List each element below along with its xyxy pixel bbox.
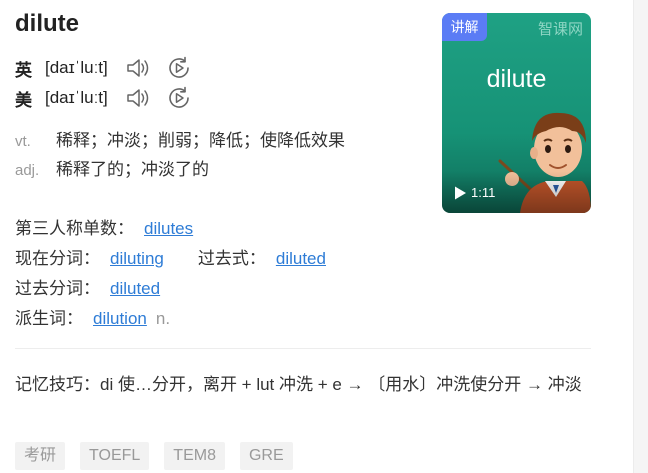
pron-lang-label: 美 — [15, 90, 32, 110]
pron-lang-label: 英 — [15, 60, 32, 80]
form-link-diluted[interactable]: diluted — [276, 249, 326, 269]
pron-ipa: [daɪˈluːt] — [45, 88, 108, 107]
form-label: 现在分词： — [15, 249, 100, 268]
form-label: 第三人称单数： — [15, 219, 134, 238]
definition-text: 稀释；冲淡；削弱；降低；使降低效果 — [56, 131, 345, 150]
tag-toefl[interactable]: TOEFL — [80, 442, 150, 470]
pronunciation-us: 美 [daɪˈluːt] — [15, 84, 193, 112]
part-of-speech: vt. — [15, 133, 31, 150]
scrollbar[interactable] — [633, 0, 648, 473]
form-derivative: 派生词： dilution n. — [15, 304, 170, 329]
definition-text: 稀释了的；冲淡了的 — [56, 160, 209, 179]
exam-tags: 考研 TOEFL TEM8 GRE — [15, 442, 293, 470]
form-link-dilutes[interactable]: dilutes — [144, 219, 193, 239]
definition-row: vt. 稀释；冲淡；削弱；降低；使降低效果 — [15, 126, 345, 150]
video-card[interactable]: 讲解 智课网 dilute 1:11 — [442, 13, 591, 213]
tag-kaoyan[interactable]: 考研 — [15, 442, 66, 470]
definition-row: adj. 稀释了的；冲淡了的 — [15, 155, 209, 179]
replay-icon[interactable] — [165, 54, 193, 82]
speaker-icon[interactable] — [123, 54, 153, 82]
form-link-dilution[interactable]: dilution — [93, 309, 147, 329]
speaker-icon[interactable] — [123, 84, 153, 112]
form-label: 过去式： — [197, 249, 266, 268]
video-badge: 讲解 — [442, 13, 487, 41]
memory-tip: 记忆技巧：di 使…分开，离开 + lut 冲洗 + e → 〔用水〕冲洗使分开… — [15, 375, 582, 394]
headword: dilute — [15, 10, 79, 37]
pron-ipa: [daɪˈluːt] — [45, 58, 108, 77]
part-of-speech: adj. — [15, 162, 40, 179]
form-third-person: 第三人称单数： dilutes — [15, 214, 193, 239]
form-link-diluted[interactable]: diluted — [110, 279, 160, 299]
form-past-participle: 过去分词： diluted — [15, 274, 160, 299]
video-duration: 1:11 — [471, 185, 496, 200]
form-label: 过去分词： — [15, 279, 100, 298]
pronunciation-uk: 英 [daɪˈluːt] — [15, 54, 193, 82]
section-divider — [15, 348, 591, 349]
play-icon[interactable] — [452, 185, 468, 201]
tag-tem8[interactable]: TEM8 — [164, 442, 225, 470]
tag-gre[interactable]: GRE — [239, 442, 293, 470]
form-participle-past: 现在分词： diluting 过去式： diluted — [15, 244, 326, 269]
derivative-pos: n. — [155, 309, 171, 328]
form-link-diluting[interactable]: diluting — [110, 249, 164, 269]
form-label: 派生词： — [15, 309, 83, 328]
brand-logo: 智课网 — [537, 21, 583, 38]
replay-icon[interactable] — [165, 84, 193, 112]
video-word: dilute — [486, 65, 547, 93]
